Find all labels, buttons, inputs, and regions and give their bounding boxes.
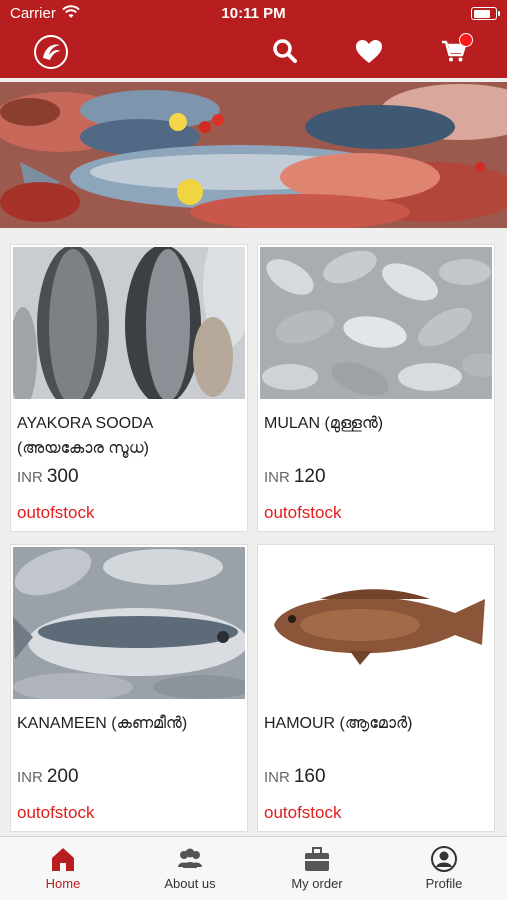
product-image xyxy=(260,547,492,699)
price-currency: INR xyxy=(17,469,43,486)
product-name: KANAMEEN (കണമീൻ) xyxy=(17,715,188,732)
price-amount: 120 xyxy=(293,466,326,487)
product-name: HAMOUR (ആമോർ) xyxy=(264,715,413,732)
tab-label: Profile xyxy=(425,876,463,891)
price-currency: INR xyxy=(264,469,290,486)
tab-my-order[interactable]: My order xyxy=(254,837,380,900)
tab-about-us[interactable]: About us xyxy=(127,837,253,900)
tab-label: About us xyxy=(164,876,216,891)
logo-icon[interactable] xyxy=(34,35,68,69)
product-card[interactable]: AYAKORA SOODA (അയകോര സൂധ) INR 300 outofst… xyxy=(10,244,248,532)
cart-button[interactable] xyxy=(439,33,473,66)
price-amount: 160 xyxy=(293,766,326,787)
tab-home[interactable]: Home xyxy=(0,837,126,900)
bottom-tab-bar: Home About us My order Profile xyxy=(0,836,507,900)
stock-status: outofstock xyxy=(17,803,95,822)
tab-profile[interactable]: Profile xyxy=(381,837,507,900)
stock-status: outofstock xyxy=(17,503,95,522)
seafood-banner-image xyxy=(0,82,507,228)
product-image xyxy=(13,547,245,699)
product-image xyxy=(13,247,245,399)
battery-icon xyxy=(471,7,500,20)
search-icon xyxy=(273,39,297,63)
product-name: AYAKORA SOODA (അയകോര സൂധ) xyxy=(17,415,153,457)
product-image xyxy=(260,247,492,399)
product-card[interactable]: KANAMEEN (കണമീൻ) INR 200 outofstock xyxy=(10,544,248,832)
price-amount: 200 xyxy=(46,766,79,787)
briefcase-icon xyxy=(305,847,329,871)
product-price: INR 200 xyxy=(17,766,79,788)
tab-label: Home xyxy=(45,876,81,891)
price-amount: 300 xyxy=(46,466,79,487)
heart-icon xyxy=(356,39,382,63)
product-card[interactable]: HAMOUR (ആമോർ) INR 160 outofstock xyxy=(257,544,495,832)
stock-status: outofstock xyxy=(264,803,342,822)
tab-label: My order xyxy=(291,876,343,891)
promo-banner[interactable] xyxy=(0,82,507,228)
cart-badge xyxy=(459,33,473,47)
price-currency: INR xyxy=(17,769,43,786)
product-price: INR 120 xyxy=(264,466,326,488)
stock-status: outofstock xyxy=(264,503,342,522)
price-currency: INR xyxy=(264,769,290,786)
group-icon xyxy=(178,848,202,868)
product-name: MULAN (മുള്ളൻ) xyxy=(264,415,384,432)
status-time: 10:11 PM xyxy=(221,5,286,22)
product-price: INR 160 xyxy=(264,766,326,788)
product-price: INR 300 xyxy=(17,466,79,488)
favorites-button[interactable] xyxy=(354,36,384,66)
status-bar: Carrier 10:11 PM xyxy=(0,0,507,28)
home-icon xyxy=(52,848,74,871)
search-button[interactable] xyxy=(270,36,300,66)
app-header: Carrier 10:11 PM xyxy=(0,0,507,78)
product-card[interactable]: MULAN (മുള്ളൻ) INR 120 outofstock xyxy=(257,244,495,532)
profile-icon xyxy=(431,846,457,872)
